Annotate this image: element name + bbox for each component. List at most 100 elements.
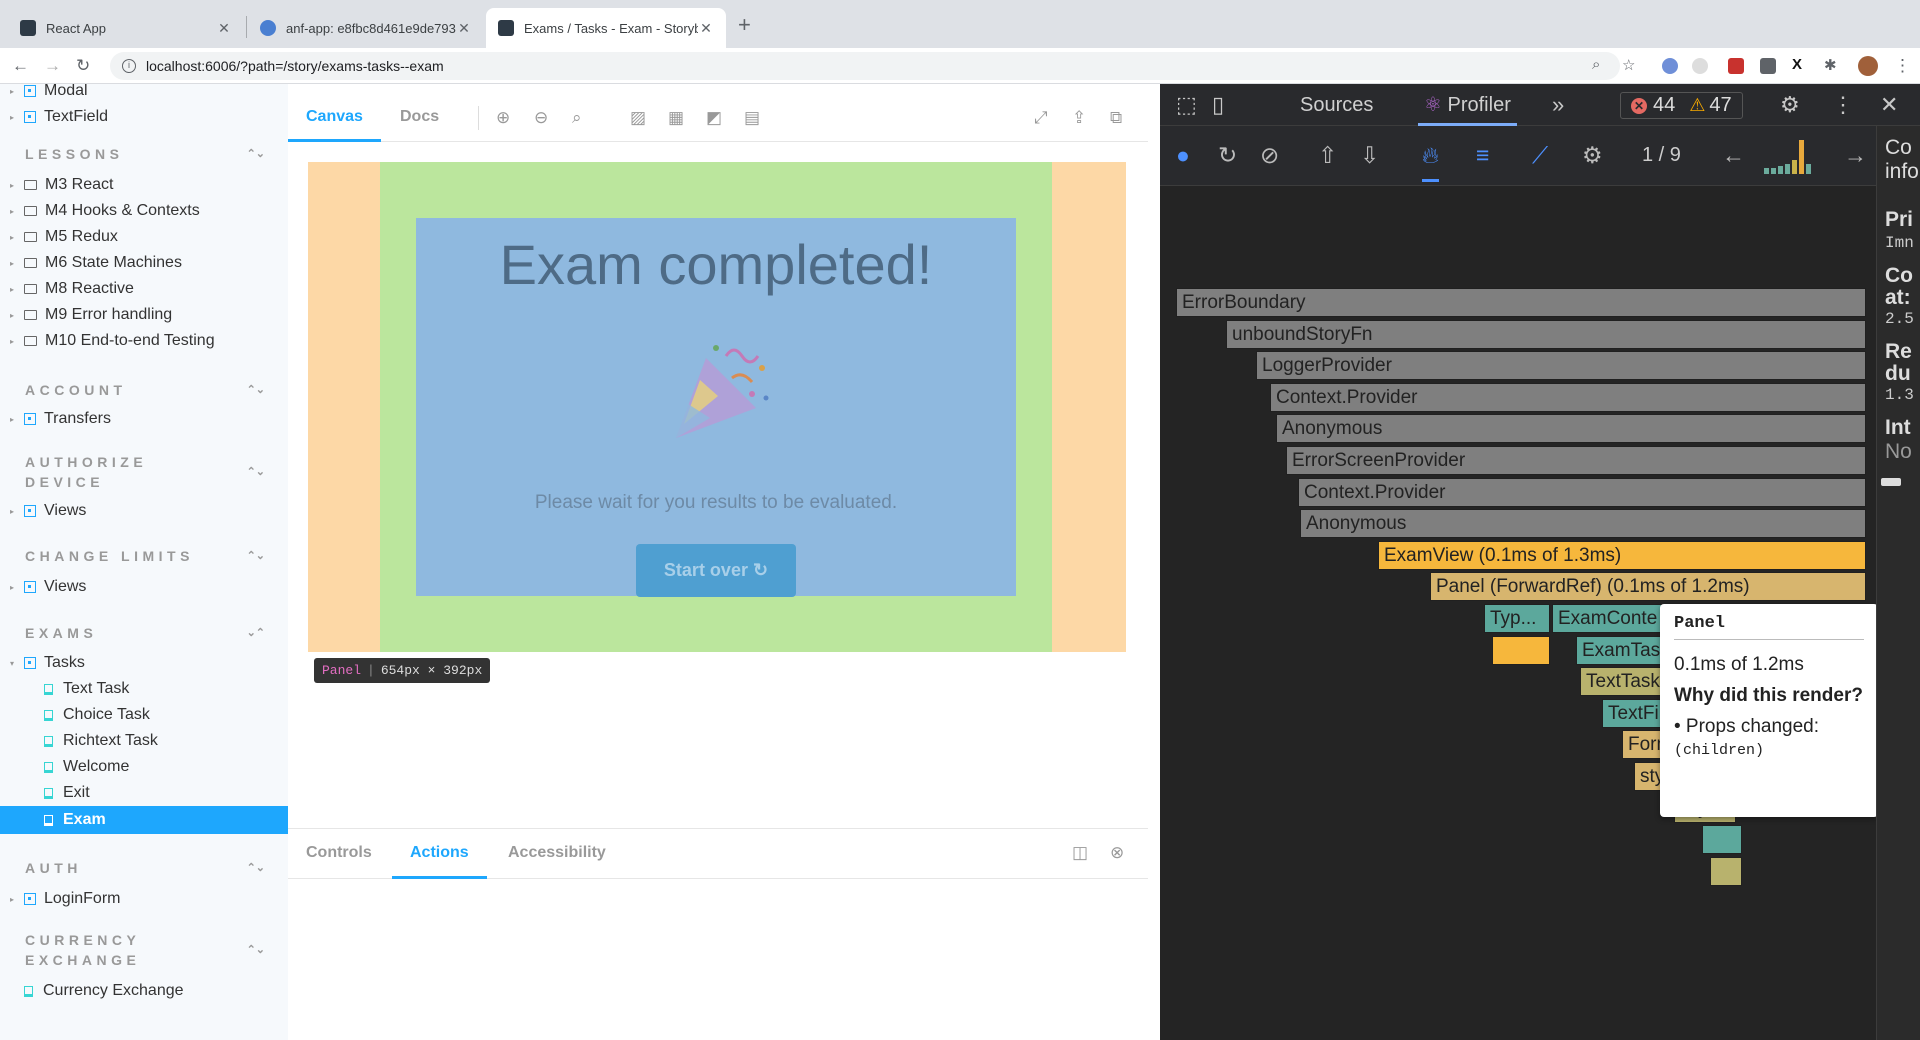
extension-icon[interactable] xyxy=(1728,58,1744,74)
url-field[interactable]: i localhost:6006/?path=/story/exams-task… xyxy=(110,52,1620,80)
sidebar-story-choice-task[interactable]: Choice Task xyxy=(0,702,288,728)
sidebar-story-richtext-task[interactable]: Richtext Task xyxy=(0,728,288,754)
next-commit-icon[interactable]: → xyxy=(1844,142,1867,169)
browser-tab[interactable]: React App ✕ xyxy=(8,8,244,48)
section-header-lessons[interactable]: LESSONS ⌃⌄ xyxy=(25,144,265,164)
section-header-exams[interactable]: EXAMS ⌄⌃ xyxy=(25,623,265,643)
new-tab-icon[interactable]: + xyxy=(738,12,751,38)
zoom-reset-icon[interactable]: ⌕ xyxy=(572,108,582,128)
copy-link-icon[interactable]: ⧉ xyxy=(1110,108,1122,128)
collapse-toggle-icon[interactable]: ⌃⌄ xyxy=(247,382,265,398)
ranked-chart-icon[interactable]: ≡ xyxy=(1476,142,1489,169)
zoom-out-icon[interactable]: ⊖ xyxy=(534,108,548,128)
close-icon[interactable]: ✕ xyxy=(216,20,232,37)
puzzle-icon[interactable]: ✱ xyxy=(1824,56,1837,74)
record-icon[interactable]: ● xyxy=(1176,142,1190,169)
browser-tab-active[interactable]: Exams / Tasks - Exam - Storyb ✕ xyxy=(486,8,726,48)
sidebar-item-folder[interactable]: ▸ M4 Hooks & Contexts xyxy=(0,198,288,224)
avatar[interactable] xyxy=(1858,56,1878,76)
flame-bar[interactable]: Context.Provider xyxy=(1270,383,1866,412)
timeline-icon[interactable]: ⟋ xyxy=(1532,142,1548,169)
section-header-auth[interactable]: AUTH ⌃⌄ xyxy=(25,858,265,878)
tab-actions[interactable]: Actions xyxy=(392,829,487,879)
sidebar-story-welcome[interactable]: Welcome xyxy=(0,754,288,780)
sidebar-item-views[interactable]: ▸ Views xyxy=(0,574,288,600)
sidebar-item-folder[interactable]: ▸ M5 Redux xyxy=(0,224,288,250)
sidebar-item-loginform[interactable]: ▸ LoginForm xyxy=(0,886,288,912)
flame-bar[interactable]: unboundStoryFn xyxy=(1226,320,1866,349)
grid-icon[interactable]: ▦ xyxy=(668,108,684,128)
bookmark-star-icon[interactable]: ☆ xyxy=(1622,56,1635,74)
settings-gear-icon[interactable]: ⚙ xyxy=(1780,92,1800,118)
save-profile-icon[interactable]: ⇩ xyxy=(1360,142,1379,169)
collapse-toggle-icon[interactable]: ⌃⌄ xyxy=(247,548,265,564)
flame-bar[interactable]: Anonymous xyxy=(1276,414,1866,443)
flame-bar[interactable]: ExamTask xyxy=(1576,636,1666,665)
sidebar-item-transfers[interactable]: ▸ Transfers xyxy=(0,406,288,432)
reload-profile-icon[interactable]: ↻ xyxy=(1218,142,1237,169)
clear-profile-icon[interactable]: ⊘ xyxy=(1260,142,1279,169)
flame-bar[interactable] xyxy=(1710,857,1742,886)
tab-sources[interactable]: Sources xyxy=(1300,84,1373,126)
collapse-toggle-icon[interactable]: ⌃⌄ xyxy=(247,942,265,958)
flamegraph-icon[interactable]: 🔥︎ xyxy=(1422,142,1439,182)
collapse-toggle-icon[interactable]: ⌃⌄ xyxy=(247,464,265,480)
contrast-icon[interactable]: ◩ xyxy=(706,108,722,128)
flame-bar[interactable]: Context.Provider xyxy=(1298,478,1866,507)
extension-icon[interactable] xyxy=(1692,58,1708,74)
more-tabs-icon[interactable]: » xyxy=(1552,92,1564,118)
shield-icon[interactable] xyxy=(1760,58,1776,74)
flame-bar[interactable]: Panel (ForwardRef) (0.1ms of 1.2ms) xyxy=(1430,572,1866,601)
tab-canvas[interactable]: Canvas xyxy=(288,92,381,142)
flame-bar[interactable]: TextFi xyxy=(1602,699,1666,728)
scroll-thumb[interactable] xyxy=(1881,478,1901,486)
sidebar-item-modal[interactable]: ▸ Modal xyxy=(0,84,288,104)
sidebar-story-currency-exchange[interactable]: Currency Exchange xyxy=(0,978,288,1004)
section-header-account[interactable]: ACCOUNT ⌃⌄ xyxy=(25,380,265,400)
sidebar-item-folder[interactable]: ▸ M10 End-to-end Testing xyxy=(0,328,288,354)
flame-bar[interactable] xyxy=(1492,636,1550,665)
close-icon[interactable]: ✕ xyxy=(698,20,714,37)
panel-orientation-icon[interactable]: ◫ xyxy=(1072,843,1088,863)
collapse-toggle-icon[interactable]: ⌃⌄ xyxy=(247,146,265,162)
background-icon[interactable]: ▨ xyxy=(630,108,646,128)
sidebar-item-tasks[interactable]: ▾ Tasks xyxy=(0,650,288,676)
flame-bar[interactable] xyxy=(1702,825,1742,854)
collapse-toggle-icon[interactable]: ⌃⌄ xyxy=(247,860,265,876)
sidebar-item-folder[interactable]: ▸ M9 Error handling xyxy=(0,302,288,328)
close-devtools-icon[interactable]: ✕ xyxy=(1880,92,1898,118)
sidebar-item-textfield[interactable]: ▸ TextField xyxy=(0,104,288,130)
sidebar-item-folder[interactable]: ▸ M8 Reactive xyxy=(0,276,288,302)
device-toolbar-icon[interactable]: ▯ xyxy=(1212,92,1224,118)
flame-bar[interactable]: TextTask xyxy=(1580,667,1666,696)
tab-docs[interactable]: Docs xyxy=(400,92,439,142)
section-header-currency-exchange[interactable]: CURRENCY EXCHANGE ⌃⌄ xyxy=(25,930,265,970)
issues-counter[interactable]: ✕ 44 ⚠ 47 xyxy=(1620,92,1743,119)
extension-icon[interactable] xyxy=(1662,58,1678,74)
sidebar-story-text-task[interactable]: Text Task xyxy=(0,676,288,702)
flame-bar[interactable]: LoggerProvider xyxy=(1256,351,1866,380)
info-icon[interactable]: i xyxy=(122,59,136,73)
close-icon[interactable]: ✕ xyxy=(456,20,472,37)
forward-icon[interactable]: → xyxy=(44,56,61,76)
browser-tab[interactable]: anf-app: e8fbc8d461e9de793 ✕ xyxy=(248,8,484,48)
back-icon[interactable]: ← xyxy=(12,56,29,76)
x-extension-icon[interactable]: X xyxy=(1792,56,1802,73)
more-options-icon[interactable]: ⋮ xyxy=(1832,92,1854,118)
commit-bars-chart[interactable] xyxy=(1764,140,1816,174)
load-profile-icon[interactable]: ⇧ xyxy=(1318,142,1337,169)
more-icon[interactable]: ⋮ xyxy=(1894,56,1911,76)
flame-bar[interactable]: ExamConte xyxy=(1552,604,1662,633)
inspect-element-icon[interactable]: ⬚ xyxy=(1176,92,1197,118)
flame-bar[interactable]: ErrorBoundary xyxy=(1176,288,1866,317)
flame-bar[interactable]: Anonymous xyxy=(1300,509,1866,538)
outline-icon[interactable]: ▤ xyxy=(744,108,760,128)
flame-bar[interactable]: ExamView (0.1ms of 1.3ms) xyxy=(1378,541,1866,570)
section-header-authorize-device[interactable]: AUTHORIZE DEVICE ⌃⌄ xyxy=(25,452,265,492)
flame-bar[interactable]: ErrorScreenProvider xyxy=(1286,446,1866,475)
sidebar-story-exam[interactable]: Exam xyxy=(0,806,288,834)
share-icon[interactable]: ⇪ xyxy=(1072,108,1086,128)
sidebar-item-views[interactable]: ▸ Views xyxy=(0,498,288,524)
reload-icon[interactable]: ↻ xyxy=(76,56,90,76)
tab-accessibility[interactable]: Accessibility xyxy=(508,829,606,879)
